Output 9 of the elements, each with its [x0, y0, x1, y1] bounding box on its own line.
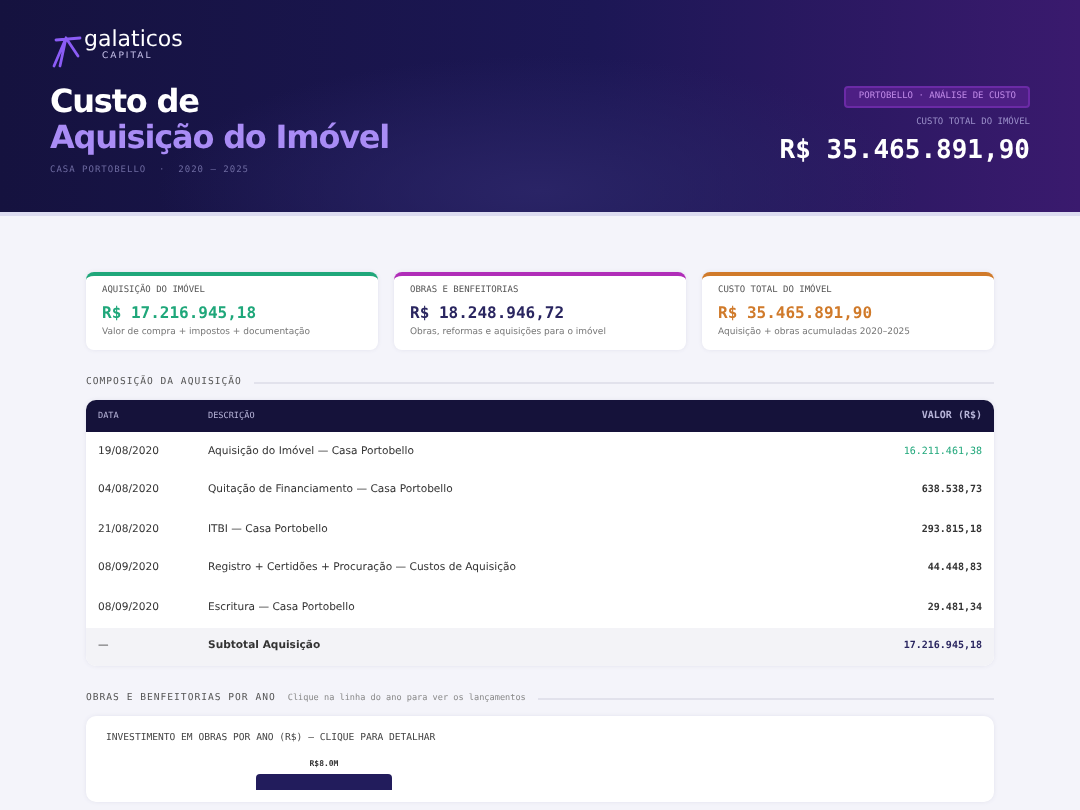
card-value: R$ 18.248.946,72 [410, 304, 567, 322]
brand-name: galaticos [84, 28, 183, 52]
page-title: Custo de [50, 84, 201, 120]
card-value: R$ 35.465.891,90 [718, 304, 875, 322]
total-value: R$ 35.465.891,90 [779, 136, 1030, 166]
page-title-highlight: Aquisição do Imóvel [50, 120, 390, 156]
chart-bar [256, 774, 392, 790]
card-value: R$ 17.216.945,18 [102, 304, 259, 322]
star-burst-icon [50, 32, 82, 68]
